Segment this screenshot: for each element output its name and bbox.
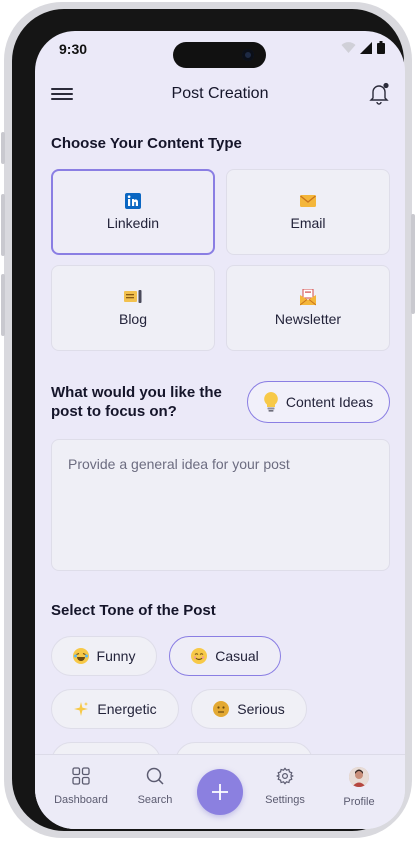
tab-dashboard[interactable]: Dashboard (46, 767, 116, 806)
blog-icon (124, 289, 142, 305)
power-button (411, 214, 415, 314)
smiling-emoji-icon (191, 648, 208, 664)
tone-chip-serious[interactable]: Serious (191, 689, 307, 729)
tab-settings[interactable]: Settings (250, 767, 320, 806)
tab-profile[interactable]: Profile (324, 767, 394, 808)
content-ideas-label: Content Ideas (285, 394, 374, 410)
page-title: Post Creation (171, 85, 269, 102)
envelope-icon (299, 193, 317, 209)
tab-search[interactable]: Search (120, 767, 190, 806)
laughing-emoji-icon (72, 648, 89, 664)
create-post-button[interactable] (197, 769, 243, 815)
plus-icon (212, 784, 228, 800)
signal-icon (360, 41, 372, 54)
search-icon (146, 767, 164, 785)
newsletter-icon (299, 288, 317, 305)
tone-chip-funny[interactable]: Funny (51, 636, 157, 676)
neutral-emoji-icon (213, 701, 230, 717)
tone-chip-casual[interactable]: Casual (169, 636, 281, 676)
grid-icon (72, 767, 90, 785)
tab-label: Search (137, 794, 173, 806)
content-type-linkedin[interactable]: Linkedin (51, 169, 215, 255)
content-type-label: Blog (118, 311, 148, 327)
idea-input-box (51, 439, 390, 571)
volume-up-button (1, 194, 5, 256)
content-type-blog[interactable]: Blog (51, 265, 215, 351)
tone-chip-label: Funny (96, 648, 136, 664)
content-type-label: Email (290, 215, 326, 231)
content-type-label: Linkedin (106, 215, 160, 231)
tone-chip-label: Casual (215, 648, 259, 664)
status-time: 9:30 (59, 41, 88, 57)
top-bar: Post Creation (35, 79, 405, 109)
content-type-email[interactable]: Email (226, 169, 390, 255)
bottom-tab-bar: Dashboard Search Settings Profile (35, 754, 405, 829)
phone-frame: 9:30 Post Creation Choose Your Content T… (1, 2, 415, 838)
linkedin-icon (124, 193, 142, 209)
gear-icon (276, 767, 294, 785)
tab-label: Profile (343, 796, 375, 808)
content-type-heading: Choose Your Content Type (51, 135, 242, 152)
app-screen: 9:30 Post Creation Choose Your Content T… (35, 31, 405, 829)
avatar-icon (349, 767, 369, 787)
phone-bezel: 9:30 Post Creation Choose Your Content T… (12, 9, 405, 831)
sparkles-icon (73, 701, 89, 717)
tab-label: Dashboard (54, 794, 108, 806)
content-ideas-button[interactable]: Content Ideas (247, 381, 390, 423)
focus-question: What would you like the post to focus on… (51, 384, 222, 420)
wifi-icon (341, 41, 356, 53)
tone-chip-label: Serious (237, 701, 285, 717)
battery-icon (377, 41, 385, 54)
dynamic-island (173, 42, 266, 68)
camera-icon (242, 49, 254, 61)
notification-bell-icon[interactable] (367, 81, 391, 105)
volume-down-button (1, 274, 5, 336)
content-type-label: Newsletter (274, 311, 342, 327)
content-type-newsletter[interactable]: Newsletter (226, 265, 390, 351)
idea-textarea[interactable] (66, 454, 375, 556)
tone-heading: Select Tone of the Post (51, 602, 216, 619)
lightbulb-icon (264, 392, 278, 412)
tab-label: Settings (265, 794, 305, 806)
tone-chip-energetic[interactable]: Energetic (51, 689, 179, 729)
tone-chip-label: Energetic (97, 701, 157, 717)
mute-switch (1, 132, 5, 164)
status-icons (341, 41, 385, 54)
